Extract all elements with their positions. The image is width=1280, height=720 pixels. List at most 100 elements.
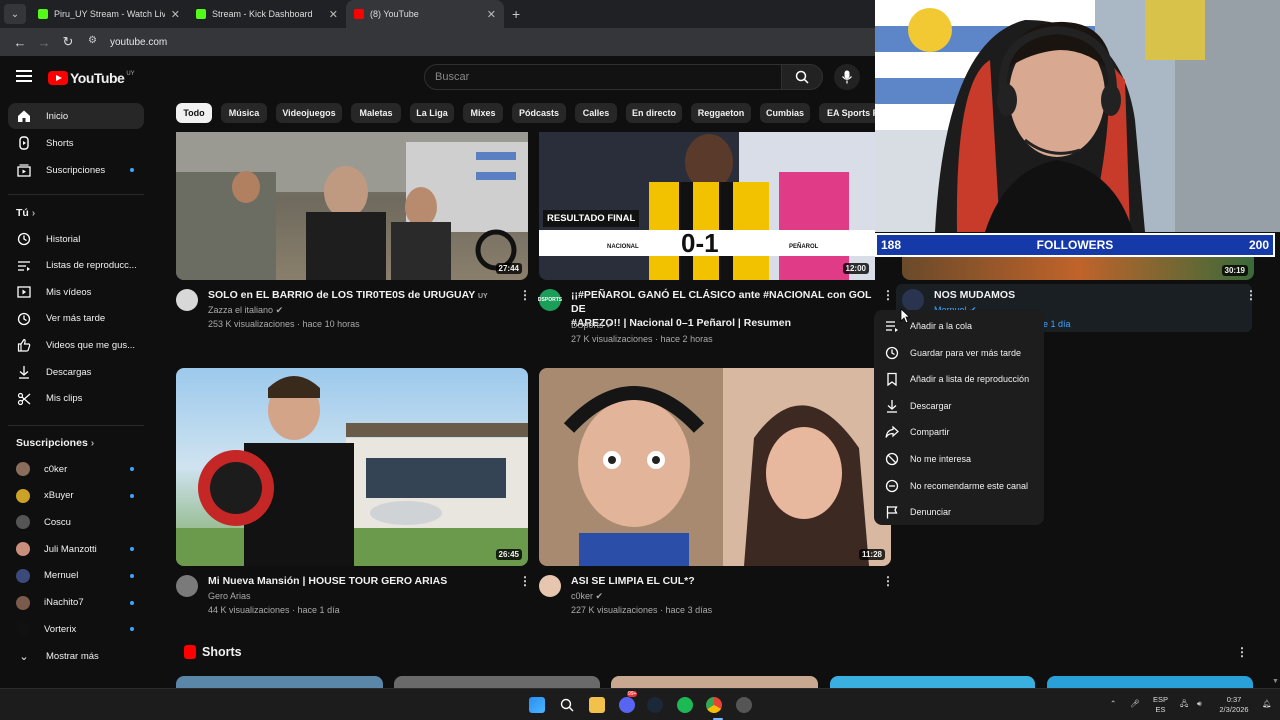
search-button[interactable] — [781, 64, 823, 90]
chip[interactable]: Videojuegos — [276, 103, 342, 123]
short-card[interactable] — [611, 676, 818, 688]
chip[interactable]: La Liga — [410, 103, 454, 123]
scroll-down-icon[interactable]: ▼ — [1272, 678, 1279, 685]
channel-avatar[interactable] — [176, 575, 198, 597]
sidebar-item-shorts[interactable]: Shorts — [8, 130, 144, 156]
chrome-icon[interactable] — [706, 697, 722, 713]
menu-item-remove-channel[interactable]: No recomendarme este canal — [874, 473, 1044, 499]
sidebar-item-my-videos[interactable]: Mis vídeos — [8, 279, 144, 305]
steam-icon[interactable] — [647, 697, 663, 713]
youtube-logo[interactable]: YouTube UY — [48, 70, 135, 86]
channel-name[interactable]: c0ker ✔ — [571, 589, 603, 603]
channel-avatar[interactable]: DSPORTS — [538, 289, 562, 311]
chip[interactable]: Calles — [575, 103, 617, 123]
shorts-more-icon[interactable]: ⋮ — [1236, 645, 1248, 659]
menu-item-clock[interactable]: Guardar para ver más tarde — [874, 340, 1044, 366]
close-tab-icon[interactable]: ✕ — [487, 8, 496, 21]
video-title[interactable]: ¡¡#PEÑAROL GANÓ EL CLÁSICO ante #NACIONA… — [571, 288, 881, 330]
site-info-icon[interactable]: ⚙ — [88, 35, 102, 49]
show-more-button[interactable]: ⌄ Mostrar más — [8, 643, 144, 669]
you-heading[interactable]: Tú › — [16, 207, 35, 219]
sidebar-item-clips[interactable]: Mis clips — [8, 386, 144, 412]
language-indicator[interactable]: ESP ES — [1153, 695, 1168, 715]
sidebar-item-liked[interactable]: Videos que me gus... — [8, 332, 144, 358]
sidebar-item-channel[interactable]: iNachito7 — [8, 590, 144, 616]
video-title[interactable]: ASI SE LIMPIA EL CUL*? — [571, 574, 695, 588]
short-card[interactable] — [1047, 676, 1253, 688]
chip[interactable]: Pódcasts — [512, 103, 566, 123]
video-thumbnail[interactable]: 30:19 — [902, 257, 1254, 280]
short-card[interactable] — [830, 676, 1035, 688]
sidebar-item-channel[interactable]: Mernuel — [8, 563, 144, 589]
video-title[interactable]: Mi Nueva Mansión | HOUSE TOUR GERO ARIAS — [208, 574, 447, 588]
browser-tab-3[interactable]: (8) YouTube ✕ — [346, 0, 504, 28]
volume-icon[interactable]: 🔊︎ — [1197, 699, 1202, 709]
chip[interactable]: Reggaeton — [691, 103, 751, 123]
sidebar-item-channel[interactable]: Vorterix — [8, 616, 144, 642]
channel-avatar[interactable] — [176, 289, 198, 311]
sidebar-item-channel[interactable]: c0ker — [8, 456, 144, 482]
video-title[interactable]: SOLO en EL BARRIO de LOS TIR0TE0S de URU… — [208, 288, 508, 304]
file-explorer-icon[interactable] — [589, 697, 605, 713]
new-tab-icon[interactable]: + — [512, 6, 520, 22]
more-actions-icon[interactable]: ⋮ — [882, 288, 894, 302]
menu-item-not-interested[interactable]: No me interesa — [874, 446, 1044, 472]
sidebar-item-playlists[interactable]: Listas de reproducc... — [8, 253, 144, 279]
short-card[interactable] — [176, 676, 383, 688]
chip[interactable]: EA Sports F — [819, 103, 875, 123]
reload-icon[interactable]: ↻ — [56, 34, 80, 50]
search-icon[interactable] — [559, 697, 575, 713]
menu-item-download[interactable]: Descargar — [874, 393, 1044, 419]
chip[interactable]: En directo — [626, 103, 682, 123]
tray-chevron-icon[interactable]: ⌃ — [1110, 699, 1116, 709]
clock[interactable]: 0:37 2/3/2026 — [1214, 695, 1254, 715]
microphone-icon[interactable]: 🎤︎ — [1130, 699, 1140, 709]
chip[interactable]: Cumbias — [760, 103, 810, 123]
discord-icon[interactable]: 99+ — [619, 691, 638, 713]
more-actions-icon[interactable]: ⋮ — [519, 574, 531, 588]
sidebar-item-suscripciones[interactable]: Suscripciones — [8, 157, 144, 183]
sidebar-item-watch-later[interactable]: Ver más tarde — [8, 306, 144, 332]
video-thumbnail[interactable]: RESULTADO FINAL NACIONAL 0-1 PEÑAROL 12:… — [539, 132, 875, 280]
sidebar-item-channel[interactable]: Coscu — [8, 509, 144, 535]
sidebar-item-channel[interactable]: Juli Manzotti — [8, 536, 144, 562]
video-thumbnail[interactable]: 11:28 — [539, 368, 891, 566]
channel-name[interactable]: Gero Arias — [208, 589, 251, 603]
more-actions-icon[interactable]: ⋮ — [1245, 288, 1257, 302]
menu-item-flag[interactable]: Denunciar — [874, 499, 1044, 525]
network-icon[interactable]: 🖧︎ — [1180, 699, 1188, 709]
menu-item-bookmark[interactable]: Añadir a lista de reproducción — [874, 366, 1044, 392]
more-actions-icon[interactable]: ⋮ — [519, 288, 531, 302]
browser-tab-1[interactable]: Piru_UY Stream - Watch Live on ✕ — [30, 0, 188, 28]
subscriptions-heading[interactable]: Suscripciones › — [16, 437, 94, 449]
video-thumbnail[interactable]: 26:45 — [176, 368, 528, 566]
chip-todo[interactable]: Todo — [176, 103, 212, 123]
menu-item-share[interactable]: Compartir — [874, 419, 1044, 445]
settings-app-icon[interactable] — [736, 697, 752, 713]
tab-search-button[interactable]: ⌄ — [4, 4, 26, 24]
close-tab-icon[interactable]: ✕ — [329, 8, 338, 21]
chip[interactable]: Maletas — [351, 103, 401, 123]
more-actions-icon[interactable]: ⋮ — [882, 574, 894, 588]
close-tab-icon[interactable]: ✕ — [171, 8, 180, 21]
video-thumbnail[interactable]: 27:44 — [176, 132, 528, 280]
url-field[interactable]: youtube.com — [110, 37, 167, 48]
chip[interactable]: Música — [221, 103, 267, 123]
notifications-icon[interactable]: 🔔︎ — [1262, 699, 1272, 709]
search-input[interactable]: Buscar — [424, 64, 782, 90]
channel-name[interactable]: Zazza el italiano ✔ — [208, 303, 283, 317]
video-title[interactable]: NOS MUDAMOS — [934, 288, 1015, 302]
sidebar-item-channel[interactable]: xBuyer — [8, 483, 144, 509]
start-icon[interactable] — [529, 697, 545, 713]
sidebar-item-inicio[interactable]: Inicio — [8, 103, 144, 129]
channel-avatar[interactable] — [539, 575, 561, 597]
chip[interactable]: Mixes — [463, 103, 503, 123]
browser-tab-2[interactable]: Stream - Kick Dashboard ✕ — [188, 0, 346, 28]
short-card[interactable] — [394, 676, 600, 688]
menu-icon[interactable] — [16, 70, 32, 82]
channel-name[interactable]: DSports ✔ — [571, 318, 614, 332]
voice-search-button[interactable] — [834, 64, 860, 90]
sidebar-item-history[interactable]: Historial — [8, 226, 144, 252]
back-icon[interactable]: ← — [8, 35, 32, 50]
forward-icon[interactable]: → — [32, 35, 56, 50]
